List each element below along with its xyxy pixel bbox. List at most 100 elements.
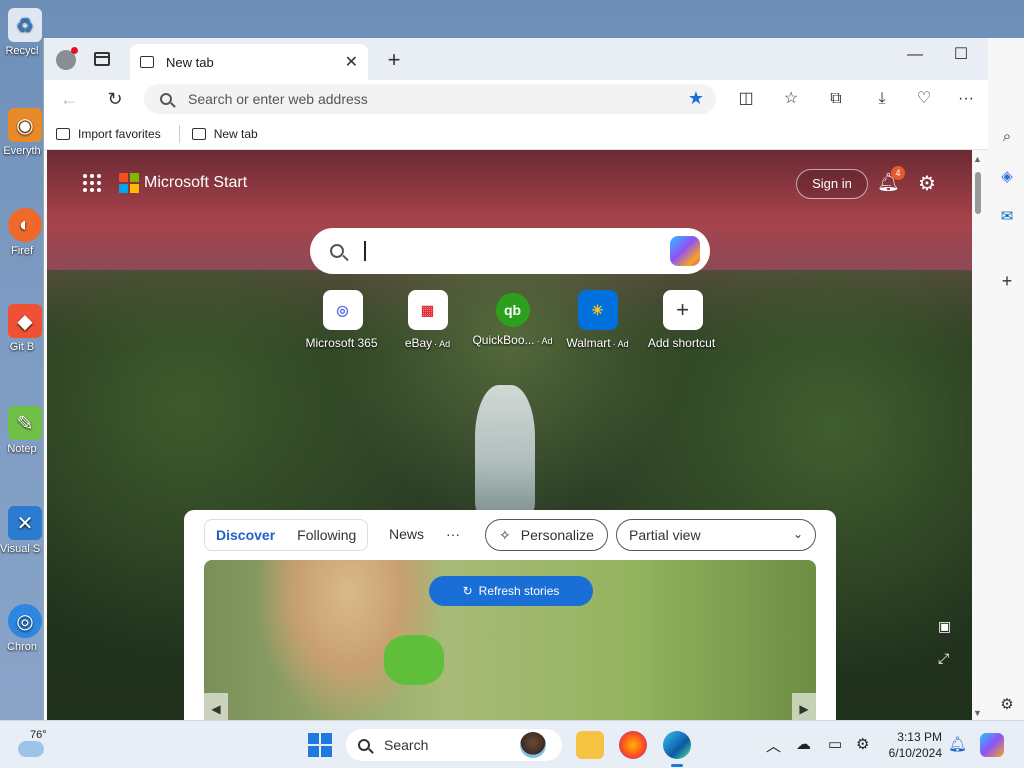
refresh-icon: ↻ — [462, 584, 473, 598]
brand-title[interactable]: Microsoft Start — [144, 174, 247, 192]
maximize-button[interactable]: ☐ — [943, 42, 979, 68]
favorite-star-icon[interactable]: ★ — [688, 88, 704, 109]
quickbooks-icon: qb — [495, 293, 530, 327]
onedrive-offline-icon[interactable]: ☁ — [796, 735, 811, 753]
clock-date: 6/10/2024 — [888, 746, 942, 760]
desktop-icon-chrome[interactable]: ◎ Chron — [0, 604, 44, 653]
news-feed: Discover Following News ··· ✧ Personaliz… — [184, 510, 836, 720]
page-settings-gear-icon[interactable]: ⚙ — [918, 171, 936, 196]
chrome-icon: ◎ — [8, 604, 42, 638]
favorite-label: New tab — [213, 126, 258, 141]
notification-badge: 4 — [891, 166, 905, 180]
app-launcher-icon[interactable] — [83, 174, 101, 192]
search-icon — [160, 93, 172, 105]
taskbar-search-input[interactable]: Search — [346, 729, 562, 761]
scroll-up-icon[interactable]: ▲ — [973, 154, 982, 164]
shortcut-microsoft-365[interactable]: ◎ Microsoft 365 — [300, 290, 385, 350]
downloads-icon[interactable]: ⤓ — [870, 87, 894, 111]
minimize-button[interactable]: — — [897, 42, 933, 68]
more-menu-icon[interactable]: ··· — [954, 87, 978, 111]
desktop-icon-everything[interactable]: ◉ Everyth — [0, 108, 44, 157]
sidebar-settings-gear-icon[interactable]: ⚙ — [996, 694, 1018, 716]
desktop-icon-visual-studio-code[interactable]: ✕ Visual S Co — [0, 506, 44, 555]
network-icon[interactable]: ▭ — [828, 735, 842, 753]
new-tab-favorite[interactable]: New tab — [191, 126, 258, 141]
sign-in-button[interactable]: Sign in — [796, 169, 868, 199]
carousel-next-button[interactable]: ▶ — [792, 693, 816, 720]
tab-new-tab[interactable]: New tab ✕ — [130, 44, 368, 80]
shortcut-ebay[interactable]: ▦ eBay · Ad — [385, 290, 470, 350]
sidebar-add-icon[interactable]: + — [996, 270, 1018, 292]
clock[interactable]: 3:13 PM 6/10/2024 — [882, 729, 942, 761]
browser-toolbar: ← ↻ Search or enter web address ★ ◫ ☆ ⧉ … — [44, 80, 1024, 118]
expand-icon[interactable]: ⤢ — [938, 650, 949, 667]
weather-widget[interactable]: 76° — [18, 729, 47, 757]
shortcut-quickbooks[interactable]: qb QuickBoo... · Ad — [470, 290, 555, 350]
back-button[interactable]: ← — [56, 86, 82, 112]
copilot-icon[interactable] — [670, 236, 700, 266]
tab-news[interactable]: News — [389, 526, 424, 542]
favorites-icon[interactable]: ☆ — [779, 87, 803, 111]
refresh-stories-button[interactable]: ↻ Refresh stories — [429, 576, 593, 606]
feed-tabs: Discover Following — [204, 519, 369, 551]
import-favorites-link[interactable]: Import favorites — [56, 127, 161, 141]
sidebar-copilot-icon[interactable]: ◈ — [996, 166, 1018, 188]
shortcut-label: QuickBoo... — [472, 333, 535, 347]
desktop-icon-label: Notep — [7, 443, 37, 455]
refresh-button[interactable]: ↻ — [102, 86, 128, 112]
favorite-label: Import favorites — [78, 126, 161, 141]
visual-studio-code-icon: ✕ — [8, 506, 42, 540]
tab-discover[interactable]: Discover — [205, 520, 286, 550]
microsoft-365-icon: ◎ — [322, 290, 363, 330]
sidebar-outlook-icon[interactable]: ✉ — [996, 206, 1018, 228]
edge-taskbar-icon[interactable] — [663, 731, 691, 767]
view-select[interactable]: Partial view ⌄ — [616, 519, 816, 551]
browser-essentials-icon[interactable]: ♡ — [912, 87, 936, 111]
chevron-down-icon: ⌄ — [792, 527, 803, 541]
scrollbar-thumb[interactable] — [975, 172, 981, 214]
story-image-glove — [384, 635, 444, 685]
more-tabs-icon[interactable]: ··· — [446, 526, 460, 542]
collections-icon[interactable]: ⧉ — [824, 87, 848, 111]
desktop-icon-git-bash[interactable]: ◆ Git B — [0, 304, 44, 353]
git-bash-icon: ◆ — [8, 304, 42, 338]
background-waterfall — [475, 385, 535, 515]
web-search-input[interactable] — [310, 228, 710, 274]
taskbar: 76° Search ︿ ☁ ▭ ⚙ 3:13 PM 6/10/2024 🔔︎ — [0, 720, 1024, 768]
shortcut-label: eBay — [404, 336, 433, 350]
settings-status-icon[interactable]: ⚙ — [856, 735, 869, 753]
firefox-icon: ◐ — [8, 208, 42, 242]
tab-actions-icon[interactable] — [94, 52, 110, 66]
desktop-icon-label: Recycl — [5, 45, 39, 57]
divider — [178, 124, 180, 143]
ebay-icon: ▦ — [407, 290, 448, 330]
new-tab-page: Microsoft Start Sign in 🔔︎ 4 ⚙ ◎ Microso… — [47, 150, 972, 720]
tab-close-icon[interactable]: ✕ — [345, 52, 358, 72]
tab-following[interactable]: Following — [286, 520, 367, 550]
shortcut-walmart[interactable]: ✳ Walmart · Ad — [555, 290, 640, 350]
desktop-icon-firefox[interactable]: ◐ Firef — [0, 208, 44, 257]
split-screen-icon[interactable]: ◫ — [734, 87, 758, 111]
background-image-icon[interactable]: ▣ — [938, 618, 951, 635]
show-hidden-icons-icon[interactable]: ︿ — [766, 735, 781, 756]
carousel-prev-button[interactable]: ◀ — [204, 693, 228, 720]
refresh-label: Refresh stories — [478, 584, 560, 598]
start-button[interactable] — [308, 733, 332, 757]
add-shortcut-button[interactable]: + Add shortcut — [640, 290, 725, 350]
page-scrollbar[interactable]: ▲ ▼ — [972, 150, 984, 720]
firefox-taskbar-icon[interactable] — [619, 731, 647, 759]
notification-bell-icon[interactable]: 🔔︎ — [948, 735, 967, 753]
sidebar-search-icon[interactable]: ⌕ — [996, 126, 1018, 148]
story-card[interactable]: ↻ Refresh stories ◀ ▶ — [204, 560, 816, 720]
notifications-button[interactable]: 🔔︎ 4 — [877, 166, 905, 194]
file-explorer-icon[interactable] — [576, 731, 604, 759]
copilot-taskbar-icon[interactable] — [980, 733, 1004, 757]
desktop-icon-label: Visual S Co — [0, 543, 44, 555]
scroll-down-icon[interactable]: ▼ — [973, 708, 982, 718]
address-bar[interactable]: Search or enter web address ★ — [144, 84, 716, 114]
desktop-icon-notepad[interactable]: ✎ Notep — [0, 406, 44, 455]
desktop-icon-recycle-bin[interactable]: ♻ Recycl — [0, 8, 44, 57]
new-tab-button[interactable]: + — [380, 46, 408, 74]
personalize-button[interactable]: ✧ Personalize — [485, 519, 608, 551]
profile-avatar-icon[interactable] — [56, 47, 78, 70]
